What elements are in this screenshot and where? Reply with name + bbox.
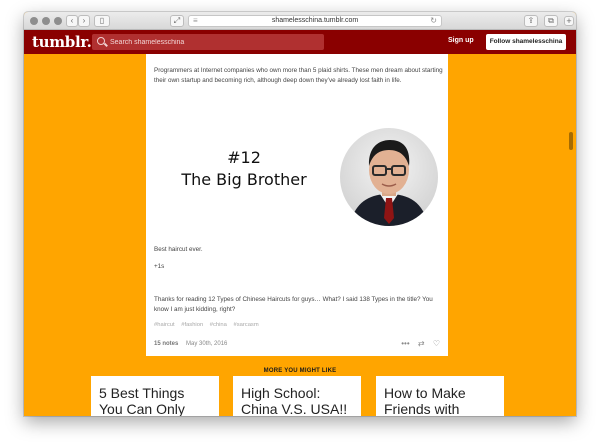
- post-intro-text: Programmers at Internet companies who ow…: [154, 67, 443, 84]
- search-input[interactable]: [110, 34, 320, 50]
- zoom-window-button[interactable]: [54, 17, 62, 25]
- more-you-might-like-label: MORE YOU MIGHT LIKE: [263, 368, 337, 374]
- related-post-title: 5 Best Things You Can Only: [99, 385, 185, 416]
- tab-overview-button[interactable]: ⤢: [170, 15, 184, 27]
- reblog-icon[interactable]: ⇄: [418, 339, 425, 348]
- sidebar-icon: ▯: [99, 16, 105, 25]
- browser-window: ‹ › ▯ ⤢ ≡ shamelesschina.tumblr.com ↻ ⇪ …: [24, 12, 576, 416]
- more-options-icon[interactable]: •••: [401, 339, 409, 348]
- tumblr-header: tumblr. Sign up Follow shamelesschina: [24, 30, 576, 54]
- related-post-title: How to Make Friends with: [384, 385, 466, 416]
- post-plus-one: +1s: [154, 263, 165, 270]
- sidebar-button[interactable]: ▯: [94, 15, 110, 27]
- portrait-illustration: [350, 140, 428, 226]
- search-icon: [97, 37, 105, 45]
- post-footer: 15 notes May 30th, 2016: [154, 341, 227, 347]
- browser-toolbar: ‹ › ▯ ⤢ ≡ shamelesschina.tumblr.com ↻ ⇪ …: [24, 12, 576, 30]
- tabs-icon: ⤢: [173, 16, 181, 25]
- post-date[interactable]: May 30th, 2016: [186, 341, 227, 347]
- tag-link[interactable]: #china: [210, 322, 227, 328]
- new-tab-button[interactable]: +: [564, 16, 574, 26]
- show-tabs-button[interactable]: ⧉: [544, 15, 558, 27]
- post-heading: #12 The Big Brother: [154, 147, 334, 191]
- back-button[interactable]: ‹: [66, 15, 78, 27]
- blog-post: Programmers at Internet companies who ow…: [146, 54, 448, 356]
- plus-icon: +: [566, 16, 572, 26]
- post-caption: Best haircut ever.: [154, 246, 203, 253]
- tumblr-logo[interactable]: tumblr.: [32, 33, 92, 51]
- chevron-left-icon: ‹: [70, 16, 74, 25]
- heart-icon[interactable]: ♡: [433, 339, 440, 348]
- tag-link[interactable]: #haircut: [154, 322, 175, 328]
- forward-button[interactable]: ›: [78, 15, 90, 27]
- notes-count[interactable]: 15 notes: [154, 341, 178, 347]
- share-icon: ⇪: [527, 16, 535, 25]
- address-bar[interactable]: ≡ shamelesschina.tumblr.com ↻: [188, 15, 442, 27]
- related-post-title: High School: China V.S. USA!!: [241, 385, 348, 416]
- heading-number: #12: [227, 148, 261, 167]
- heading-title: The Big Brother: [181, 170, 307, 189]
- close-window-button[interactable]: [30, 17, 38, 25]
- post-actions: ••• ⇄ ♡: [395, 339, 440, 348]
- share-button[interactable]: ⇪: [524, 15, 538, 27]
- tag-link[interactable]: #fashion: [181, 322, 203, 328]
- related-post-card[interactable]: 5 Best Things You Can Only: [91, 376, 219, 416]
- related-post-card[interactable]: High School: China V.S. USA!!: [233, 376, 361, 416]
- follow-button[interactable]: Follow shamelesschina: [486, 34, 566, 50]
- address-url: shamelesschina.tumblr.com: [271, 17, 359, 24]
- post-outro-text: Thanks for reading 12 Types of Chinese H…: [154, 296, 433, 313]
- tag-link[interactable]: #sarcasm: [234, 322, 259, 328]
- search-box[interactable]: [92, 34, 324, 50]
- post-tags: #haircut #fashion #china #sarcasm: [154, 322, 264, 328]
- related-post-card[interactable]: How to Make Friends with: [376, 376, 504, 416]
- chevron-right-icon: ›: [82, 16, 86, 25]
- signup-link[interactable]: Sign up: [448, 37, 474, 44]
- reload-icon[interactable]: ↻: [430, 16, 437, 26]
- portrait-photo: [340, 128, 438, 226]
- duplicate-tabs-icon: ⧉: [548, 16, 554, 25]
- minimize-window-button[interactable]: [42, 17, 50, 25]
- page-scrollbar[interactable]: [569, 132, 573, 150]
